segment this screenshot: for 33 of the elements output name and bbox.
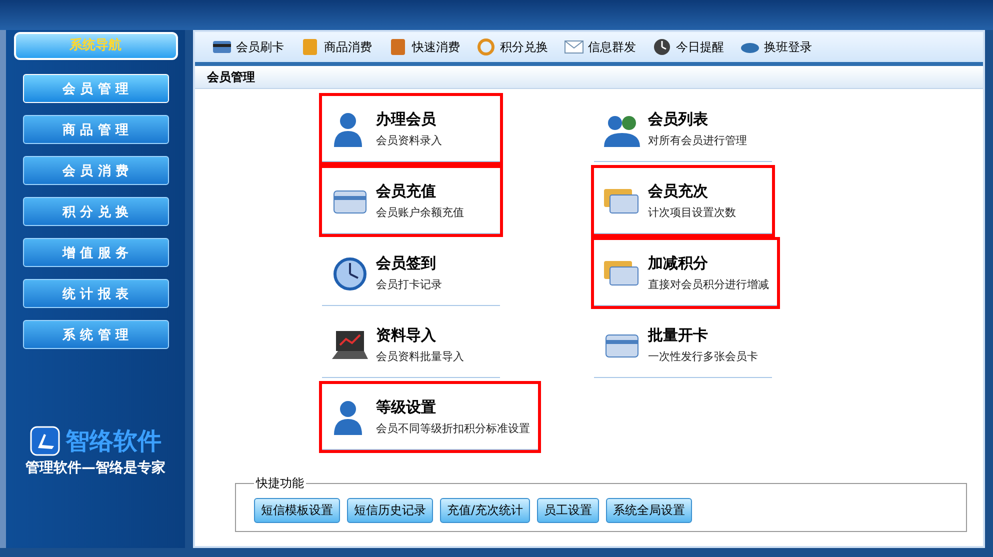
toolbar-button[interactable]: 快速消费: [383, 38, 465, 56]
nav-title: 系统导航: [14, 32, 178, 60]
menu-item[interactable]: 加减积分 直接对会员积分进行增减: [591, 237, 780, 309]
toolbar-icon: [388, 38, 408, 56]
toolbar-button[interactable]: 信息群发: [559, 38, 641, 56]
toolbar-button[interactable]: 商品消费: [295, 38, 377, 56]
toolbar-button[interactable]: 积分兑换: [471, 38, 553, 56]
menu-item[interactable]: 资料导入 会员资料批量导入: [319, 309, 503, 381]
group-title: 快捷功能: [254, 475, 305, 492]
slogan-text: 管理软件—智络是专家: [26, 459, 166, 477]
shortcut-button[interactable]: 短信历史记录: [347, 498, 433, 523]
shortcut-button[interactable]: 系统全局设置: [606, 498, 692, 523]
clock-icon: [652, 38, 672, 56]
menu-item[interactable]: 批量开卡 一次性发行多张会员卡: [591, 309, 775, 381]
menu-item[interactable]: 会员列表 对所有会员进行管理: [591, 93, 775, 165]
menu-item[interactable]: 会员充值 会员账户余额充值: [319, 165, 503, 237]
panel-title: 会员管理: [195, 66, 983, 89]
toolbar-button[interactable]: 换班登录: [735, 38, 817, 56]
shortcut-button[interactable]: 员工设置: [537, 498, 600, 523]
shortcut-button[interactable]: 充值/充次统计: [440, 498, 530, 523]
shortcut-button[interactable]: 短信模板设置: [254, 498, 340, 523]
menu-item[interactable]: 会员签到 会员打卡记录: [319, 237, 503, 309]
toolbar-icon: [212, 38, 232, 56]
toolbar-icon: [476, 38, 496, 56]
menu-item[interactable]: 会员充次 计次项目设置次数: [591, 165, 775, 237]
toolbar-button[interactable]: 会员刷卡: [207, 38, 289, 56]
logo-text: 智络软件: [66, 426, 162, 457]
toolbar-button[interactable]: 今日提醒: [647, 38, 729, 56]
menu-item[interactable]: 等级设置 会员不同等级折扣积分标准设置: [319, 381, 541, 453]
envelope-icon: [564, 38, 584, 56]
logo-icon: [30, 426, 60, 456]
toolbar-icon: [300, 38, 320, 56]
menu-item[interactable]: 办理会员 会员资料录入: [319, 93, 503, 165]
